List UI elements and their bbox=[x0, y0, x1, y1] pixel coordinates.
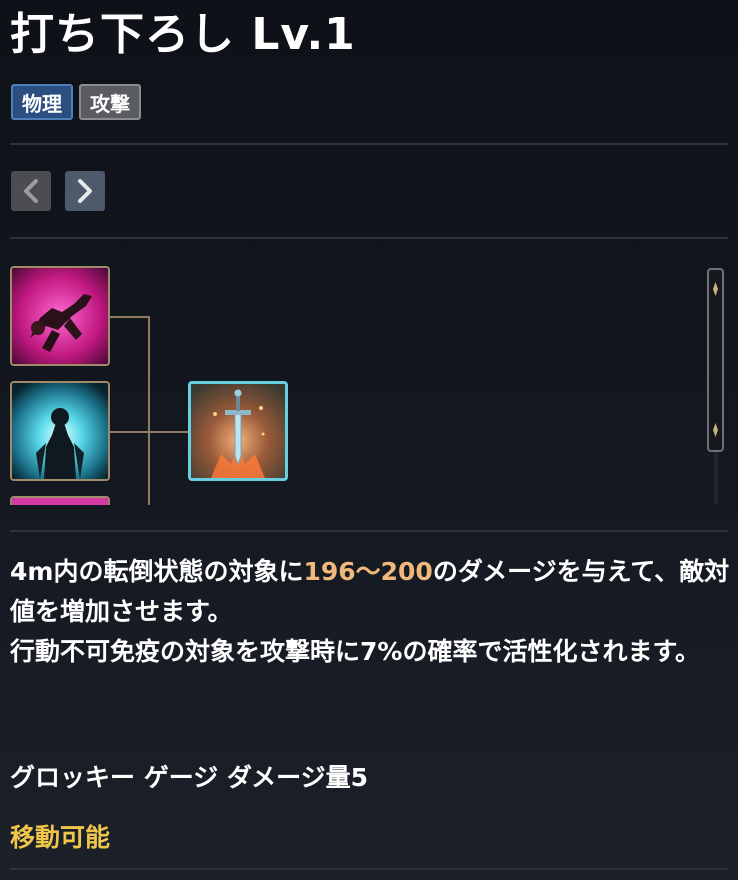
divider bbox=[10, 868, 728, 870]
damage-range: 196〜200 bbox=[303, 557, 433, 586]
tree-connector bbox=[110, 431, 188, 433]
description-text: 行動不可免疫の対象を攻撃時に7%の確率で活性化されます。 bbox=[10, 637, 700, 666]
tree-connector bbox=[148, 316, 150, 505]
skill-description: 4m内の転倒状態の対象に196〜200のダメージを与えて、敵対値を増加させます。… bbox=[10, 552, 730, 672]
skill-tags: 物理 攻撃 bbox=[11, 84, 141, 120]
prev-button[interactable] bbox=[11, 171, 51, 211]
tag-physical: 物理 bbox=[11, 84, 73, 120]
next-button[interactable] bbox=[65, 171, 105, 211]
skill-tree bbox=[0, 240, 738, 505]
tree-connector bbox=[110, 316, 149, 318]
divider bbox=[10, 143, 728, 145]
groggy-damage: グロッキー ゲージ ダメージ量5 bbox=[10, 763, 369, 792]
partial-skill-icon[interactable] bbox=[10, 496, 110, 505]
knockdown-skill-icon[interactable] bbox=[10, 266, 110, 366]
sword-skill-icon[interactable] bbox=[188, 381, 288, 481]
divider bbox=[10, 530, 728, 532]
divider bbox=[10, 237, 728, 239]
chevron-left-icon bbox=[24, 179, 38, 203]
chevron-right-icon bbox=[78, 179, 92, 203]
tag-attack: 攻撃 bbox=[79, 84, 141, 120]
movable-status: 移動可能 bbox=[10, 823, 111, 852]
skill-title: 打ち下ろし Lv.1 bbox=[10, 9, 356, 60]
aura-skill-icon[interactable] bbox=[10, 381, 110, 481]
scrollbar-thumb[interactable] bbox=[707, 268, 724, 452]
description-text: 4m内の転倒状態の対象に bbox=[10, 557, 304, 586]
